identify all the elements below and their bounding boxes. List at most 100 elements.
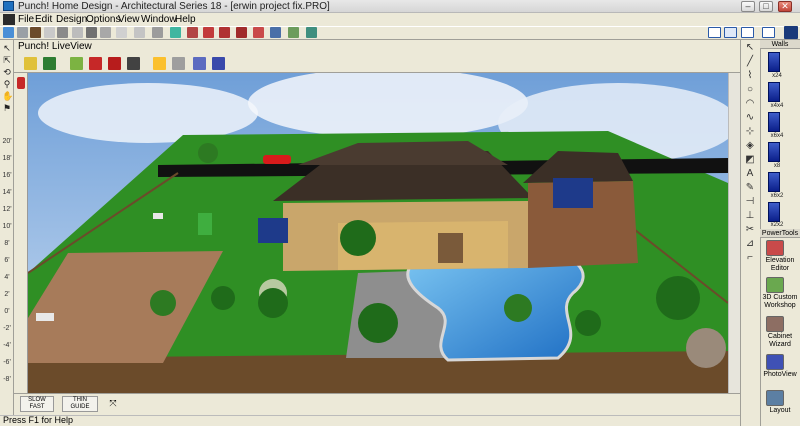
fill-tool-icon[interactable]: ◩ [745, 155, 755, 165]
column-icon[interactable] [134, 27, 145, 38]
polyline-tool-icon[interactable]: ⌇ [745, 71, 755, 81]
floor-icon[interactable] [57, 27, 68, 38]
quad-view-icon[interactable] [741, 27, 754, 38]
speed-slider[interactable]: SLOW FAST [20, 396, 54, 412]
status-bar [0, 415, 740, 426]
symbol-tool-icon[interactable]: ◈ [745, 141, 755, 151]
menu-options[interactable]: Options [86, 13, 120, 26]
layout-label[interactable]: Layout [760, 407, 800, 415]
wall-label: x6x4 [770, 133, 784, 139]
elevation-editor-icon[interactable] [766, 240, 784, 256]
minimize-button[interactable]: – [741, 1, 755, 12]
wall-swatch[interactable] [768, 202, 780, 222]
rotate-icon[interactable]: ⟲ [2, 67, 12, 77]
terrain-view-icon[interactable] [43, 57, 56, 70]
stairs-icon[interactable] [100, 27, 111, 38]
ruler-tick: 20' [2, 138, 12, 145]
sun-icon[interactable] [24, 57, 37, 70]
close-button[interactable]: ✕ [778, 1, 792, 12]
menu-file[interactable]: File [18, 13, 34, 26]
select-icon[interactable] [30, 27, 41, 38]
cabinet-wizard-icon[interactable] [766, 316, 784, 332]
text-tool-icon[interactable]: A [745, 169, 755, 179]
lens-icon[interactable] [17, 27, 28, 38]
pointer-icon[interactable]: ↖ [2, 43, 12, 53]
menu-view[interactable]: View [118, 13, 140, 26]
menu-design[interactable]: Design [56, 13, 87, 26]
plants-icon[interactable] [70, 57, 83, 70]
house-view-icon[interactable] [193, 57, 206, 70]
cabinet-wizard-label[interactable]: Cabinet Wizard [760, 333, 800, 349]
light-bulb-icon[interactable] [153, 57, 166, 70]
roof-icon[interactable] [187, 27, 198, 38]
pointer-tool-icon[interactable]: ↖ [745, 43, 755, 53]
single-view-icon[interactable] [708, 27, 721, 38]
wall-swatch[interactable] [768, 112, 780, 132]
menu-help[interactable]: Help [175, 13, 196, 26]
deck-icon[interactable] [288, 27, 299, 38]
zoom-icon[interactable]: ⚲ [2, 79, 12, 89]
arc-tool-icon[interactable]: ◠ [745, 99, 755, 109]
dimension-tool-icon[interactable]: ⊣ [745, 197, 755, 207]
door-icon[interactable] [86, 27, 97, 38]
measure-tool-icon[interactable]: ⊥ [745, 211, 755, 221]
beam-icon[interactable] [152, 27, 163, 38]
gable-roof-icon[interactable] [203, 27, 214, 38]
curve-tool-icon[interactable]: ∿ [745, 113, 755, 123]
wireframe-icon[interactable] [127, 57, 140, 70]
window-icon[interactable] [72, 27, 83, 38]
cut-tool-icon[interactable]: ✂ [745, 225, 755, 235]
tile-view-icon[interactable] [762, 27, 775, 38]
solid-view-icon[interactable] [108, 57, 121, 70]
menu-window[interactable]: Window [141, 13, 177, 26]
slow-label: SLOW [28, 397, 46, 403]
vehicle-icon[interactable] [306, 27, 317, 38]
multi-select-icon[interactable]: ⇱ [2, 55, 12, 65]
hip-roof-icon[interactable] [219, 27, 230, 38]
liveview-3d-viewport[interactable] [28, 73, 728, 393]
skylight-icon[interactable] [270, 27, 281, 38]
window-title: Punch! Home Design - Architectural Serie… [18, 1, 330, 12]
brush-tool-icon[interactable]: ⌐ [745, 253, 755, 263]
wall-swatch[interactable] [768, 172, 780, 192]
line-tool-icon[interactable]: ╱ [745, 57, 755, 67]
3d-workshop-label[interactable]: 3D Custom Workshop [760, 294, 800, 310]
pencil-tool-icon[interactable]: ✎ [745, 183, 755, 193]
layout-icon[interactable] [766, 390, 784, 406]
viewport-scrollbar[interactable] [728, 73, 740, 393]
split-view-icon[interactable] [724, 27, 737, 38]
3d-workshop-icon[interactable] [766, 277, 784, 293]
wall-swatch[interactable] [768, 82, 780, 102]
light-settings-icon[interactable] [172, 57, 185, 70]
render-icon[interactable] [89, 57, 102, 70]
menu-edit[interactable]: Edit [35, 13, 52, 26]
elevation-editor-label[interactable]: Elevation Editor [760, 257, 800, 273]
ruler-tick: -4' [3, 342, 11, 349]
camera-height-marker[interactable] [17, 77, 25, 89]
exterior-view-icon[interactable] [212, 57, 225, 70]
wall-swatch[interactable] [768, 52, 780, 72]
maximize-button[interactable]: □ [759, 1, 773, 12]
pan-icon[interactable]: ✋ [2, 91, 13, 101]
wall-swatch[interactable] [768, 142, 780, 162]
photoview-icon[interactable] [766, 354, 784, 370]
cabinet-icon[interactable] [116, 27, 127, 38]
circle-tool-icon[interactable]: ○ [745, 85, 755, 95]
walk-icon[interactable]: ⚑ [2, 103, 12, 113]
ruler-tool-icon[interactable]: ⊿ [745, 239, 755, 249]
walls-panel-title: Walls [760, 40, 800, 49]
wall-icon[interactable] [44, 27, 55, 38]
ruler-tick: 12' [2, 206, 12, 213]
node-tool-icon[interactable]: ⊹ [745, 127, 755, 137]
liveview-toolbar [14, 53, 740, 73]
palm-tree [358, 303, 398, 343]
photoview-label[interactable]: PhotoView [760, 371, 800, 379]
search-icon[interactable] [3, 27, 14, 38]
dome-roof-icon[interactable] [253, 27, 264, 38]
move-arrows-icon[interactable]: ⤧ [106, 398, 120, 410]
tree [198, 143, 218, 163]
terrain-icon[interactable] [170, 27, 181, 38]
dormer-icon[interactable] [236, 27, 247, 38]
guide-slider[interactable]: THIN GUIDE [62, 396, 98, 412]
document-icon [3, 14, 15, 25]
